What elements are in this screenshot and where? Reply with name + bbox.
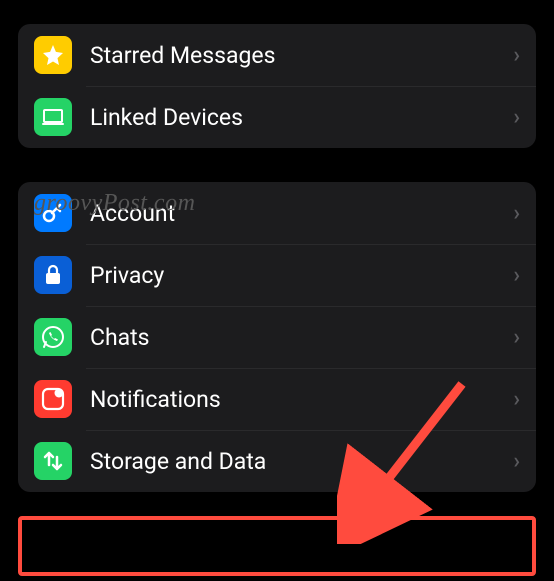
chevron-right-icon: ›	[513, 43, 520, 68]
row-label: Starred Messages	[90, 42, 513, 69]
settings-group-1: Starred Messages › Linked Devices ›	[18, 24, 536, 148]
chevron-right-icon: ›	[513, 387, 520, 412]
laptop-icon	[34, 98, 72, 136]
row-linked-devices[interactable]: Linked Devices ›	[18, 86, 536, 148]
row-starred-messages[interactable]: Starred Messages ›	[18, 24, 536, 86]
row-label: Chats	[90, 324, 513, 351]
row-chats[interactable]: Chats ›	[18, 306, 536, 368]
row-label: Storage and Data	[90, 448, 513, 475]
watermark-text: groovyPost.com	[34, 190, 195, 217]
lock-icon	[34, 256, 72, 294]
chevron-right-icon: ›	[513, 449, 520, 474]
chevron-right-icon: ›	[513, 263, 520, 288]
row-label: Privacy	[90, 262, 513, 289]
row-storage-and-data[interactable]: Storage and Data ›	[18, 430, 536, 492]
chevron-right-icon: ›	[513, 105, 520, 130]
chevron-right-icon: ›	[513, 325, 520, 350]
whatsapp-icon	[34, 318, 72, 356]
notification-icon	[34, 380, 72, 418]
row-notifications[interactable]: Notifications ›	[18, 368, 536, 430]
star-icon	[34, 36, 72, 74]
chevron-right-icon: ›	[513, 201, 520, 226]
settings-group-2: Account › Privacy › Chats › Notification…	[18, 182, 536, 492]
row-privacy[interactable]: Privacy ›	[18, 244, 536, 306]
row-label: Linked Devices	[90, 104, 513, 131]
data-icon	[34, 442, 72, 480]
row-label: Notifications	[90, 386, 513, 413]
annotation-highlight	[18, 516, 536, 576]
